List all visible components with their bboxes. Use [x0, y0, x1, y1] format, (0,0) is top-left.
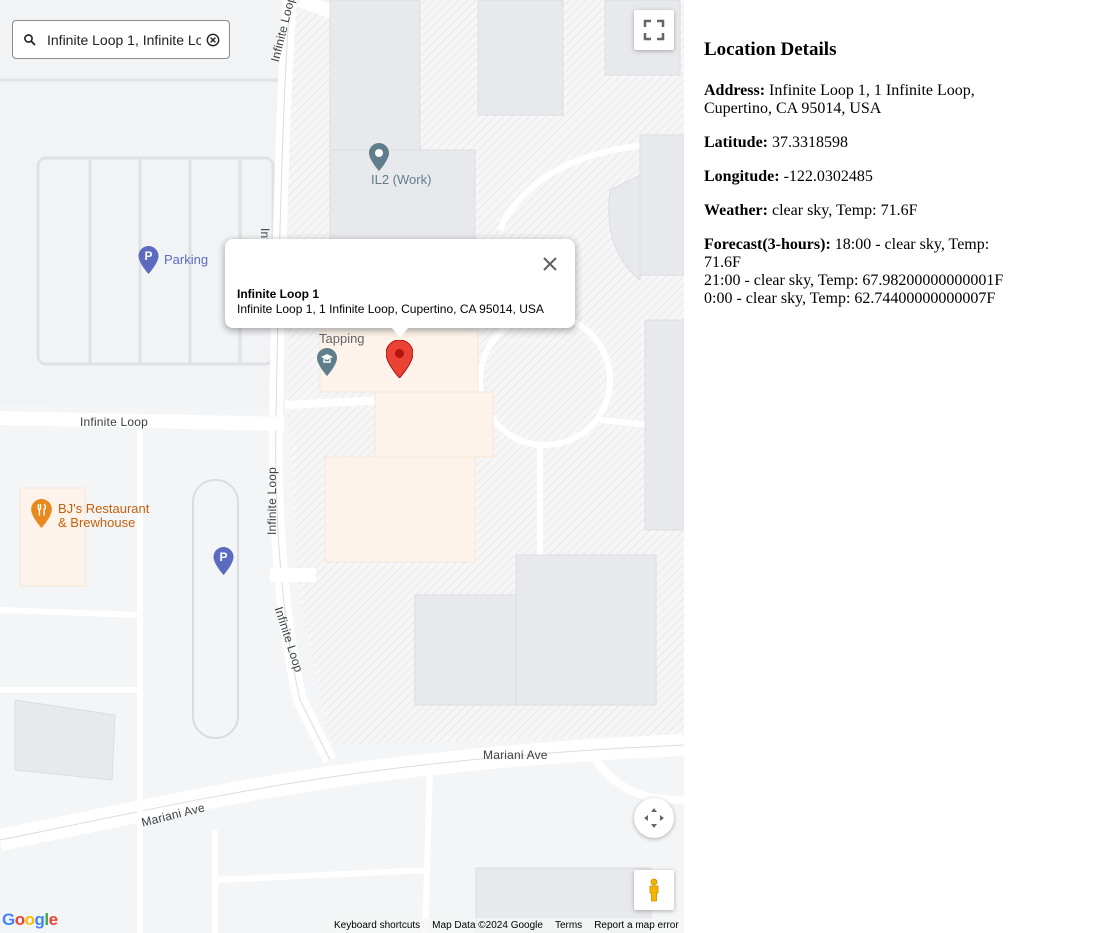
restaurant-name-line1: BJ's Restaurant	[58, 501, 150, 516]
search-input[interactable]	[47, 30, 201, 50]
pegman-icon	[649, 878, 659, 902]
address-label: Address:	[704, 82, 766, 99]
latitude-label: Latitude:	[704, 134, 768, 151]
road-label-infinite-loop: Infinite Loop	[265, 467, 279, 535]
pan-control-icon	[644, 808, 664, 828]
longitude-label: Longitude:	[704, 168, 780, 185]
school-icon[interactable]	[317, 348, 337, 376]
info-window: Infinite Loop 1 Infinite Loop 1, 1 Infin…	[225, 239, 575, 337]
longitude-row: Longitude: -122.0302485	[704, 168, 1024, 186]
road-label-mariani-ave: Mariani Ave	[483, 748, 548, 762]
weather-label: Weather:	[704, 202, 768, 219]
latitude-value: 37.3318598	[772, 134, 848, 151]
search-box[interactable]	[12, 20, 230, 59]
parking-icon[interactable]: P	[138, 246, 159, 274]
poi-label-restaurant[interactable]: BJ's Restaurant & Brewhouse	[58, 502, 149, 530]
poi-label-work[interactable]: IL2 (Work)	[371, 172, 431, 187]
google-logo[interactable]: Google	[2, 910, 58, 930]
report-map-error-link[interactable]: Report a map error	[594, 920, 678, 931]
street-view-pegman-button[interactable]	[634, 870, 674, 910]
forecast-label: Forecast(3-hours):	[704, 236, 831, 253]
poi-label-parking[interactable]: Parking	[164, 252, 208, 267]
forecast-item: 0:00 - clear sky, Temp: 62.7440000000000…	[704, 290, 996, 307]
info-window-title: Infinite Loop 1	[237, 287, 319, 301]
parking-icon[interactable]: P	[213, 547, 234, 575]
road-label-infinite-loop: Infinite Loop	[80, 415, 148, 429]
address-row: Address: Infinite Loop 1, 1 Infinite Loo…	[704, 82, 1024, 118]
info-window-address: Infinite Loop 1, 1 Infinite Loop, Cupert…	[237, 302, 544, 316]
info-window-tail	[391, 327, 409, 337]
keyboard-shortcuts-link[interactable]: Keyboard shortcuts	[334, 920, 420, 931]
fullscreen-button[interactable]	[634, 10, 674, 50]
marker-pin-icon[interactable]	[386, 340, 413, 378]
restaurant-icon[interactable]	[31, 499, 52, 528]
svg-text:P: P	[219, 550, 227, 564]
map-footer: Keyboard shortcuts Map Data ©2024 Google…	[330, 918, 684, 933]
map-data-attribution: Map Data ©2024 Google	[432, 920, 543, 931]
search-icon	[24, 34, 36, 46]
terms-link[interactable]: Terms	[555, 920, 582, 931]
weather-row: Weather: clear sky, Temp: 71.6F	[704, 202, 1024, 220]
map-view[interactable]: Infinite Loop Infinite Loop Infinite Loo…	[0, 0, 684, 933]
location-details-panel: Location Details Address: Infinite Loop …	[704, 38, 1024, 324]
poi-label-tapping[interactable]: Tapping	[319, 331, 365, 346]
restaurant-name-line2: & Brewhouse	[58, 515, 136, 530]
forecast-item: 21:00 - clear sky, Temp: 67.982000000000…	[704, 272, 1004, 289]
latitude-row: Latitude: 37.3318598	[704, 134, 1024, 152]
fullscreen-icon	[643, 19, 665, 41]
close-icon[interactable]	[538, 252, 562, 276]
svg-text:P: P	[144, 249, 152, 263]
clear-icon[interactable]	[206, 33, 220, 47]
weather-value: clear sky, Temp: 71.6F	[771, 202, 918, 219]
forecast-row: Forecast(3-hours): 18:00 - clear sky, Te…	[704, 236, 1024, 308]
details-heading: Location Details	[704, 39, 837, 60]
longitude-value: -122.0302485	[783, 168, 873, 185]
map-canvas	[0, 0, 684, 933]
camera-control-button[interactable]	[634, 798, 674, 838]
poi-pin-icon[interactable]	[369, 143, 389, 171]
